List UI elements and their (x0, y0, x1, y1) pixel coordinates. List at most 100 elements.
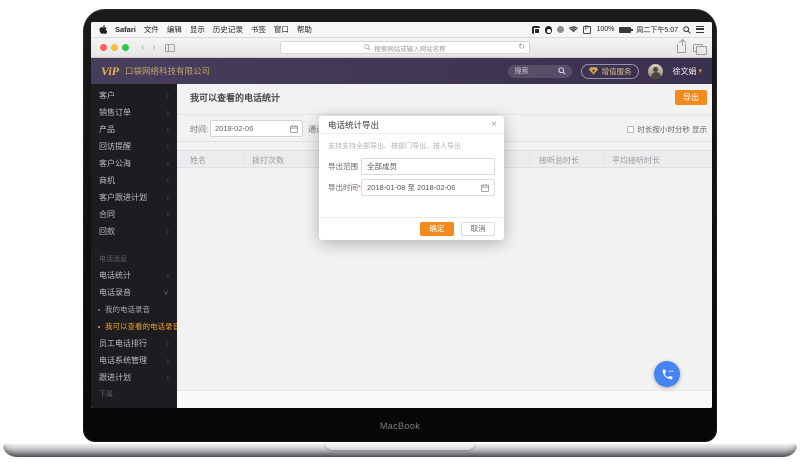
column-name[interactable]: 姓名 (190, 155, 206, 166)
duration-format-label: 时长按小时分秒 显示 (637, 124, 707, 135)
sidebar-item-visit-reminders[interactable]: 回访提醒› (91, 138, 177, 155)
apple-icon[interactable] (99, 25, 107, 34)
app-body: 客户› 销售订单› 产品› 回访提醒› 客户公海› 商机› 客户跟进计划› 合同… (91, 84, 712, 408)
value-added-service-button[interactable]: 增值服务 (581, 64, 639, 79)
menu-view[interactable]: 显示 (190, 24, 205, 35)
macos-menubar: Safari 文件 编辑 显示 历史记录 书签 窗口 帮助 P 100% (91, 22, 712, 38)
chevron-right-icon: › (166, 335, 169, 352)
lid-notch (325, 442, 475, 450)
refresh-icon[interactable]: ↻ (518, 42, 525, 51)
chevron-right-icon: › (166, 155, 169, 172)
zoom-window-button[interactable] (122, 44, 129, 51)
chevron-right-icon: › (166, 87, 169, 104)
notification-center-icon[interactable] (696, 26, 704, 33)
page-title: 我可以查看的电话统计 (190, 91, 280, 104)
export-scope-value: 全部成员 (367, 161, 489, 172)
avatar[interactable] (648, 64, 663, 79)
sidebar-item-follow-plan[interactable]: 跟进计划› (91, 369, 177, 386)
calendar-icon[interactable] (481, 184, 489, 192)
sidebar-item-employee-ranking[interactable]: 员工电话排行› (91, 335, 177, 352)
header-search-input[interactable]: 搜索 (508, 65, 572, 78)
sidebar-item-contracts[interactable]: 合同› (91, 206, 177, 223)
qq-icon[interactable] (545, 26, 552, 34)
sidebar-item-products[interactable]: 产品› (91, 121, 177, 138)
date-filter-input[interactable]: 2018-02-06 (210, 120, 303, 137)
menubar-app-name[interactable]: Safari (115, 25, 136, 34)
parallels-icon[interactable]: P (583, 26, 591, 34)
sidebar-item-customer-pool[interactable]: 客户公海› (91, 155, 177, 172)
sidebar-item-my-records[interactable]: 我的电话录音 (91, 301, 177, 318)
chevron-down-icon: ∨ (163, 284, 169, 301)
call-fab-button[interactable] (654, 361, 680, 387)
export-scope-label: 导出范围 (328, 161, 361, 172)
toolbar-right-icons (677, 42, 703, 53)
header-right: 搜索 增值服务 徐文娟 ▾ (508, 64, 702, 79)
chevron-right-icon: › (166, 121, 169, 138)
checkbox-icon[interactable] (627, 126, 634, 133)
username: 徐文娟 (672, 66, 696, 77)
export-time-row: 导出时间* 2018-01-08 至 2018-02-06 (328, 179, 495, 196)
export-button[interactable]: 导出 (675, 90, 707, 105)
menu-history[interactable]: 历史记录 (213, 24, 243, 35)
menu-edit[interactable]: 编辑 (167, 24, 182, 35)
menubar-clock[interactable]: 周二下午5:07 (636, 25, 678, 35)
close-icon[interactable]: × (491, 116, 497, 134)
sidebar-item-viewable-records[interactable]: 我可以查看的电话录音 (91, 318, 177, 335)
phone-icon (661, 368, 674, 381)
bullet-icon (98, 309, 100, 311)
search-icon[interactable] (558, 67, 566, 75)
sidebar: 客户› 销售订单› 产品› 回访提醒› 客户公海› 商机› 客户跟进计划› 合同… (91, 84, 177, 408)
chevron-right-icon: › (166, 138, 169, 155)
minimize-window-button[interactable] (111, 44, 118, 51)
chevron-right-icon: › (166, 172, 169, 189)
chevron-right-icon: › (166, 352, 169, 369)
sidebar-item-followup-plans[interactable]: 客户跟进计划› (91, 189, 177, 206)
vip-logo[interactable]: ViP (101, 64, 119, 79)
sidebar-item-payments[interactable]: 回款› (91, 223, 177, 240)
sidebar-item-customers[interactable]: 客户› (91, 87, 177, 104)
column-total-answer-duration[interactable]: 接听总时长 (539, 155, 579, 166)
chevron-right-icon: › (166, 104, 169, 121)
menu-bookmarks[interactable]: 书签 (251, 24, 266, 35)
column-calls-made[interactable]: 拨打次数 (252, 155, 284, 166)
calendar-icon[interactable] (290, 125, 298, 133)
confirm-button[interactable]: 确定 (420, 222, 454, 236)
sidebar-item-phone-records[interactable]: 电话录音∨ (91, 284, 177, 301)
tabs-icon[interactable] (693, 44, 703, 52)
sidebar-item-phone-system-mgmt[interactable]: 电话系统管理› (91, 352, 177, 369)
export-modal: 电话统计导出 × 支持支持全部导出、按部门导出、按人导出 导出范围 全部成员 (319, 116, 504, 240)
forward-button[interactable]: › (152, 39, 155, 57)
column-avg-answer-duration[interactable]: 平均接听时长 (612, 155, 660, 166)
menu-window[interactable]: 窗口 (274, 24, 289, 35)
back-button[interactable]: ‹ (141, 39, 144, 57)
chevron-right-icon: › (166, 206, 169, 223)
app-header: ViP 口袋网络科技有限公司 搜索 增值服务 徐文娟 (91, 58, 712, 84)
column-divider (529, 153, 530, 165)
sidebar-item-opportunities[interactable]: 商机› (91, 172, 177, 189)
input-source-icon[interactable] (532, 26, 540, 34)
sidebar-item-subordinates[interactable]: 下属 (91, 386, 177, 400)
chevron-right-icon: › (166, 189, 169, 206)
close-window-button[interactable] (100, 44, 107, 51)
bullet-icon (98, 326, 100, 328)
spotlight-icon[interactable] (683, 26, 691, 34)
address-bar[interactable]: 搜索网站或输入网站名称 ↻ (280, 41, 530, 54)
sidebar-item-phone-stats[interactable]: 电话统计› (91, 267, 177, 284)
caret-down-icon: ▾ (698, 67, 702, 75)
export-scope-input[interactable]: 全部成员 (361, 158, 495, 175)
menu-help[interactable]: 帮助 (297, 24, 312, 35)
duration-format-checkbox[interactable]: 时长按小时分秒 显示 (627, 124, 707, 135)
modal-title: 电话统计导出 (328, 120, 379, 130)
export-time-input[interactable]: 2018-01-08 至 2018-02-06 (361, 179, 495, 196)
cancel-button[interactable]: 取消 (461, 222, 495, 236)
sidebar-toggle-icon[interactable] (165, 44, 175, 52)
wifi-icon[interactable] (569, 26, 578, 33)
laptop-screen: Safari 文件 编辑 显示 历史记录 书签 窗口 帮助 P 100% (91, 22, 712, 408)
export-scope-row: 导出范围 全部成员 (328, 158, 495, 175)
share-icon[interactable] (677, 44, 686, 53)
laptop-bezel: Safari 文件 编辑 显示 历史记录 书签 窗口 帮助 P 100% (83, 9, 717, 442)
user-menu[interactable]: 徐文娟 ▾ (672, 66, 702, 77)
status-app-icon[interactable] (557, 26, 564, 33)
menu-file[interactable]: 文件 (144, 24, 159, 35)
sidebar-item-sales-orders[interactable]: 销售订单› (91, 104, 177, 121)
